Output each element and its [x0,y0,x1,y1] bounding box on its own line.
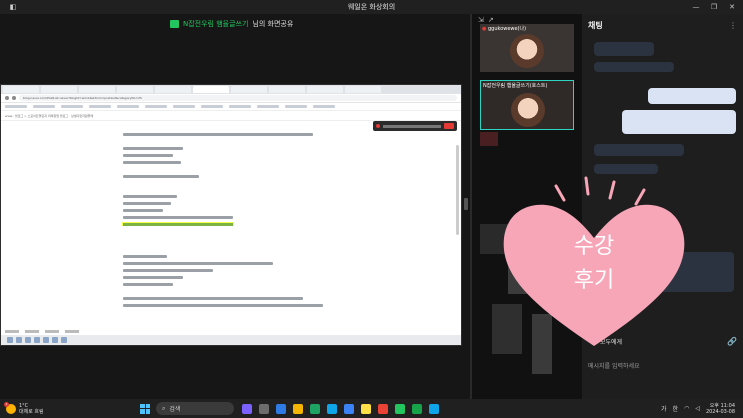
bookmark-bar [1,103,461,111]
participants-icon[interactable]: ⇲ [478,16,484,24]
share-suffix-text: 님의 화면공유 [252,20,294,28]
browser-tab [79,86,115,93]
volume-icon[interactable]: ◁ [695,405,700,412]
app-icon[interactable] [242,403,252,414]
windows-taskbar: 1 1°C 대체로 흐림 ⌕ 검색 가 한 ◠ ◁ 오후 11:04 2024-… [0,399,743,418]
sticker-text: 수강 후기 [494,230,694,298]
participant-tile[interactable]: ● ggukowewe(나) [480,24,574,72]
participant-name: ggukowewe(나) [487,26,527,32]
attach-icon[interactable]: 🔗 [727,337,737,346]
weather-widget[interactable]: 1 1°C 대체로 흐림 [0,401,120,415]
start-button[interactable] [140,403,150,414]
address-url: blog.naver.com/PostList.naver?blogId=wri… [19,95,457,101]
reload-icon [12,96,16,100]
minimize-button[interactable]: — [687,0,705,14]
sparkle-lines [554,176,646,206]
browser-tab [231,86,267,93]
window-icon: ◧ [9,3,17,11]
browser-tab [155,86,191,93]
stop-button [444,123,454,129]
whale-on-window: ◧ 웨일온 화상회의 — ❐ ✕ N잡전우림 햄율글쓰기 님의 화면공유 blo… [0,0,743,399]
sticker-line-1: 수강 [573,234,615,259]
folder-icon[interactable] [293,403,303,414]
wifi-icon[interactable]: ◠ [684,405,689,412]
close-button[interactable]: ✕ [723,0,741,14]
presenter-name: N잡전우림 햄율글쓰기 [183,20,249,28]
ime-lang[interactable]: 가 [661,404,667,413]
app-icon[interactable] [276,403,286,414]
browser-tab-active [193,86,229,93]
system-tray: 가 한 ◠ ◁ 오후 11:04 2024-03-08 [661,403,743,415]
app-icon[interactable] [429,403,439,414]
sticker-line-2: 후기 [573,268,615,293]
page-scrollbar [456,145,459,235]
participant-video [511,93,545,127]
clock-date: 2024-03-08 [705,408,735,415]
chat-title: 채팅 [588,20,603,30]
chat-input[interactable]: 메시지를 입력하세요 [588,360,738,374]
recording-bar [373,121,457,131]
record-dot-icon [376,124,380,128]
browser-address-bar: blog.naver.com/PostList.naver?blogId=wri… [1,94,461,103]
ime-mode[interactable]: 한 [673,404,679,413]
app-icon[interactable] [259,403,269,414]
clock[interactable]: 오후 11:04 2024-03-08 [706,403,735,415]
screen-share-banner: N잡전우림 햄율글쓰기 님의 화면공유 [170,18,293,30]
browser-tab [117,86,153,93]
kakaotalk-icon[interactable] [361,403,371,414]
back-icon [5,96,9,100]
app-icon[interactable] [344,403,354,414]
expand-icon[interactable]: ↗ [488,16,494,24]
blog-breadcrumb: www.. 블로그 > 스포이트챌린지 미래창업 블로그 · 상생다판자원플래 [1,111,461,121]
whale-icon[interactable] [395,403,405,414]
browser-tab [307,86,343,93]
taskbar-apps [242,403,439,414]
blog-status-bar [1,327,461,335]
shared-screen: blog.naver.com/PostList.naver?blogId=wri… [0,84,462,346]
chrome-icon[interactable] [378,403,388,414]
browser-tab [269,86,305,93]
search-placeholder: 검색 [169,406,181,413]
browser-tab [41,86,77,93]
resize-handle[interactable] [464,198,468,210]
participant-video [510,34,544,68]
maximize-button[interactable]: ❐ [705,0,723,14]
blog-content [1,133,461,319]
weather-icon: 1 [4,401,16,414]
participant-name: N잡전우림 햄율글쓰기(호스트) [483,83,548,89]
window-title: 웨일온 화상회의 [347,3,396,11]
app-icon[interactable] [412,403,422,414]
taskbar-search[interactable]: ⌕ 검색 [156,402,234,415]
screen-share-icon [170,20,179,28]
title-bar: ◧ 웨일온 화상회의 — ❐ ✕ [0,0,743,14]
weather-desc: 대체로 흐림 [19,408,44,415]
browser-tab [3,86,39,93]
browser-tab-strip [1,85,461,94]
app-icon[interactable] [310,403,320,414]
shared-taskbar [1,335,461,345]
participant-tile-host[interactable]: N잡전우림 햄율글쓰기(호스트) [480,80,574,130]
browser-tab [345,86,381,93]
chat-header: 채팅 ⋮ [582,14,743,36]
edge-icon[interactable] [327,403,337,414]
search-icon: ⌕ [162,404,166,412]
more-icon[interactable]: ⋮ [729,21,737,30]
mic-muted-icon: ● [482,26,487,32]
